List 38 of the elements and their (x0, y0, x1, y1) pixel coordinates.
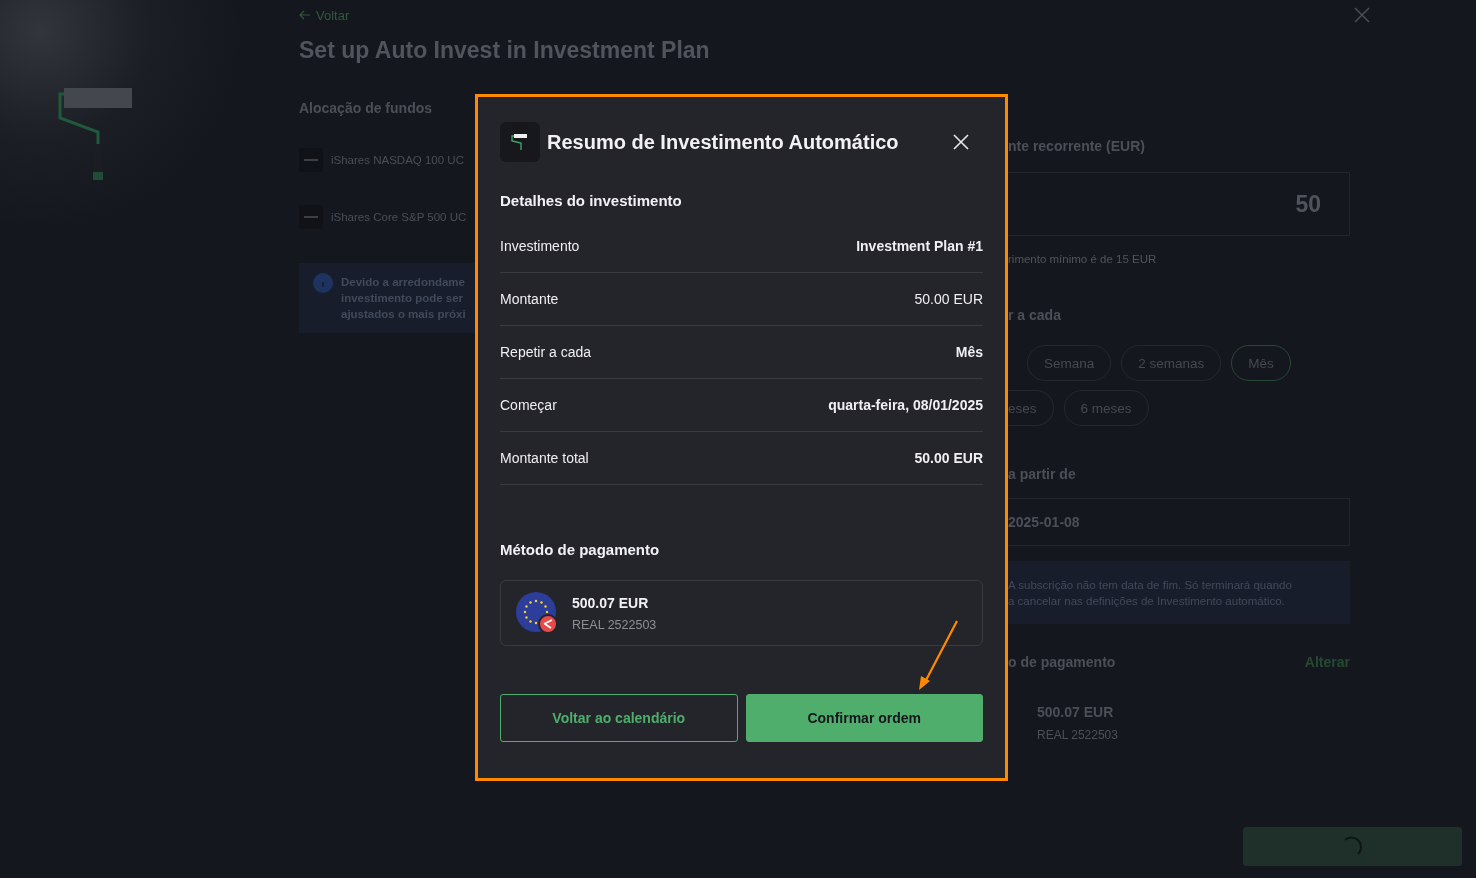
date-field[interactable]: 2025-01-08 (1008, 498, 1350, 546)
fund-logo-icon (299, 205, 323, 229)
section-heading: Alocação de fundos (299, 100, 434, 116)
info-icon (313, 273, 333, 293)
detail-label: Investimento (500, 238, 580, 254)
back-link[interactable]: Voltar (299, 7, 350, 23)
detail-label: Começar (500, 397, 557, 413)
field-label: r a cada (1008, 307, 1062, 323)
detail-value: 50.00 EUR (914, 291, 983, 307)
dialog-title: Resumo de Investimento Automático (547, 130, 899, 154)
close-button[interactable] (953, 134, 969, 150)
detail-value: 50.00 EUR (914, 450, 983, 466)
back-arrow-icon (299, 10, 311, 20)
amount-field[interactable]: 50 (1008, 172, 1350, 236)
detail-label: Montante total (500, 450, 589, 466)
payment-card[interactable]: 500.07 EUR REAL 2522503 (500, 580, 983, 646)
detail-value: Mês (955, 344, 983, 360)
detail-value: Investment Plan #1 (856, 238, 983, 254)
paint-roller-icon (500, 122, 540, 162)
account-name: REAL 2522503 (572, 617, 657, 632)
section-heading: Método de pagamento (500, 541, 661, 558)
account-name: REAL 2522503 (1037, 728, 1119, 742)
close-icon[interactable] (1354, 7, 1370, 23)
back-button[interactable]: Voltar ao calendário (500, 694, 738, 742)
fund-logo-icon (299, 148, 323, 172)
section-heading: Detalhes do investimento (500, 192, 683, 209)
section-heading: o de pagamento (1008, 654, 1116, 670)
detail-label: Repetir a cada (500, 344, 592, 360)
field-label: a partir de (1008, 466, 1077, 482)
confirm-button[interactable]: Confirmar ordem (745, 694, 983, 742)
balance-amount: 500.07 EUR (1037, 704, 1115, 720)
balance-amount: 500.07 EUR (572, 594, 650, 611)
page-title: Set up Auto Invest in Investment Plan (299, 37, 711, 64)
field-label: nte recorrente (EUR) (1008, 138, 1146, 154)
detail-label: Montante (500, 291, 559, 307)
flag-icon (516, 592, 558, 634)
hint-text: rimento mínimo é de 15 EUR (1008, 253, 1158, 265)
detail-value: quarta-feira, 08/01/2025 (828, 397, 983, 413)
